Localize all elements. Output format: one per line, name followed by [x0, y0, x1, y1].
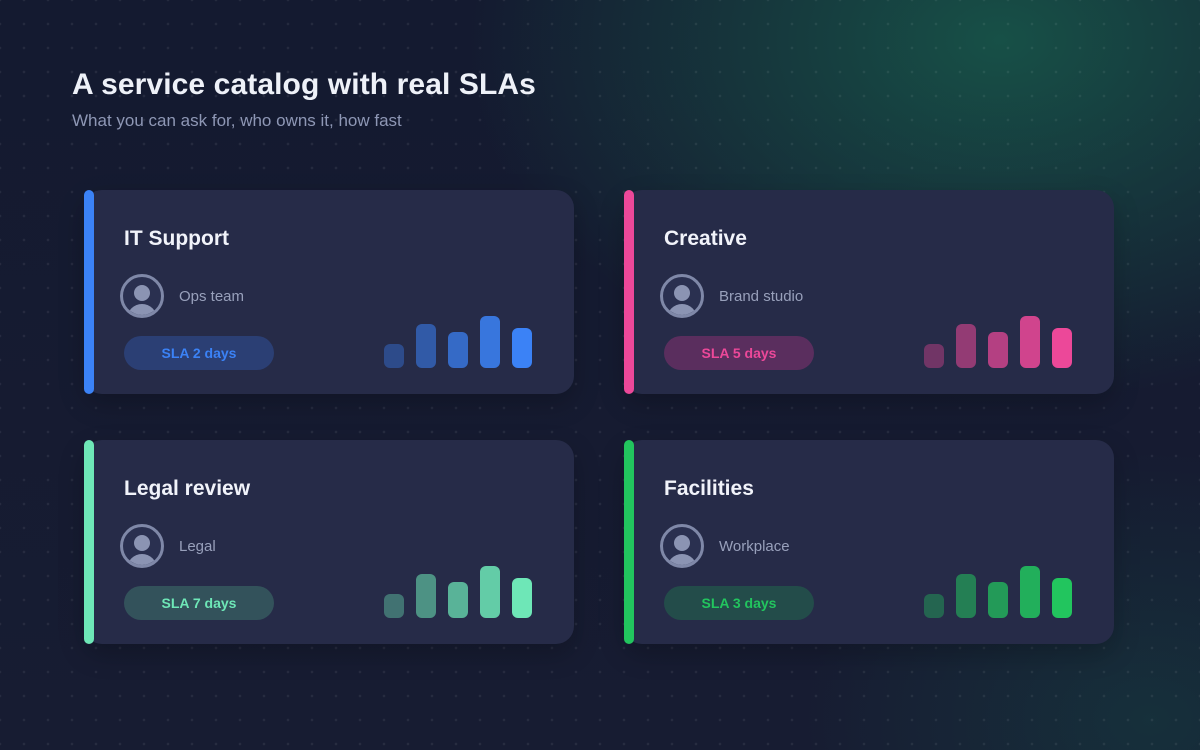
sla-badge: SLA 3 days: [664, 586, 814, 620]
sparkline-bar: [988, 582, 1008, 618]
person-icon: [120, 274, 164, 318]
sla-badge: SLA 2 days: [124, 336, 274, 370]
sparkline-bar: [480, 316, 500, 368]
owner-name: Ops team: [179, 287, 245, 305]
page-subtitle: What you can ask for, who owns it, how f…: [72, 111, 402, 130]
owner-row: Legal: [120, 524, 216, 568]
page-header: A service catalog with real SLAs What yo…: [72, 66, 536, 132]
service-title: IT Support: [124, 227, 229, 250]
owner-row: Ops team: [120, 274, 244, 318]
owner-name: Legal: [179, 537, 216, 555]
sparkline-bar: [1020, 316, 1040, 368]
sparkline-bar: [512, 578, 532, 618]
sparkline-bar: [512, 328, 532, 368]
sparkline-bar: [956, 324, 976, 368]
sparkline-bar: [1052, 328, 1072, 368]
sparkline-bar: [1020, 566, 1040, 618]
owner-name: Brand studio: [719, 287, 804, 305]
card-accent-bar: [624, 440, 634, 644]
sparkline-bar: [956, 574, 976, 618]
service-card-creative[interactable]: Creative Brand studio SLA 5 days: [624, 190, 1114, 394]
person-icon: [660, 274, 704, 318]
sparkline-bar: [988, 332, 1008, 368]
service-title: Facilities: [664, 477, 754, 500]
card-accent-bar: [84, 190, 94, 394]
person-icon: [120, 524, 164, 568]
sparkline-bar: [480, 566, 500, 618]
sparkline-bar: [416, 574, 436, 618]
owner-row: Workplace: [660, 524, 790, 568]
sla-badge: SLA 7 days: [124, 586, 274, 620]
sparkline-bar: [1052, 578, 1072, 618]
trend-sparkline: [384, 310, 544, 370]
trend-sparkline: [924, 310, 1084, 370]
trend-sparkline: [384, 560, 544, 620]
sparkline-bar: [924, 344, 944, 368]
sparkline-bar: [924, 594, 944, 618]
service-title: Creative: [664, 227, 747, 250]
sla-badge: SLA 5 days: [664, 336, 814, 370]
sparkline-bar: [448, 582, 468, 618]
sparkline-bar: [416, 324, 436, 368]
person-icon: [660, 524, 704, 568]
service-card-facilities[interactable]: Facilities Workplace SLA 3 days: [624, 440, 1114, 644]
service-card-it-support[interactable]: IT Support Ops team SLA 2 days: [84, 190, 574, 394]
sparkline-bar: [384, 344, 404, 368]
card-accent-bar: [624, 190, 634, 394]
service-title: Legal review: [124, 477, 251, 500]
trend-sparkline: [924, 560, 1084, 620]
sparkline-bar: [384, 594, 404, 618]
service-card-legal-review[interactable]: Legal review Legal SLA 7 days: [84, 440, 574, 644]
owner-row: Brand studio: [660, 274, 803, 318]
page-title: A service catalog with real SLAs: [72, 68, 536, 101]
owner-name: Workplace: [719, 537, 790, 555]
card-accent-bar: [84, 440, 94, 644]
sparkline-bar: [448, 332, 468, 368]
